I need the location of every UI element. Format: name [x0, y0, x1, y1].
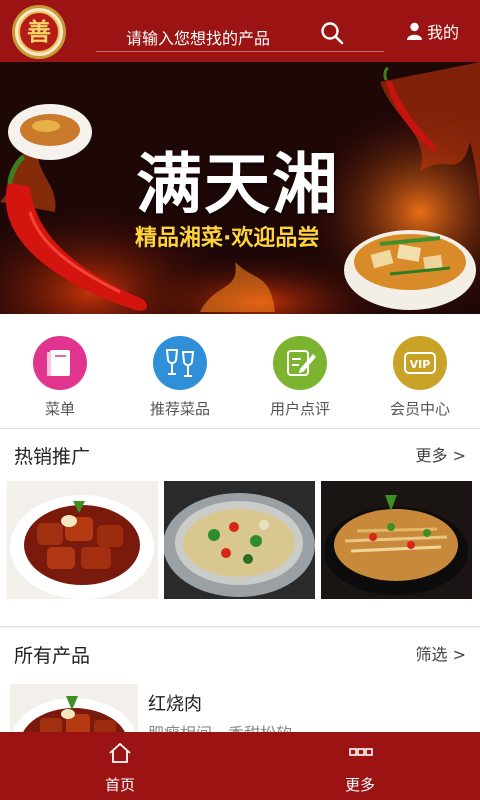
- quick-nav-label: 用户点评: [269, 400, 330, 418]
- quick-nav-recommended[interactable]: 推荐菜品: [120, 336, 240, 426]
- product-name[interactable]: 红烧肉: [148, 690, 202, 716]
- top-header: 善 请输入您想找的产品 我的: [0, 0, 480, 62]
- quick-nav: 菜单 推荐菜品 用户点评 VIP 会员中心: [0, 314, 480, 429]
- quick-nav-menu[interactable]: 菜单: [0, 336, 120, 426]
- promo-banner[interactable]: 满天湘 精品湘菜·欢迎品尝: [0, 62, 480, 314]
- quick-nav-reviews[interactable]: 用户点评: [240, 336, 360, 426]
- hot-sales-section: 热销推广 更多 >: [0, 429, 480, 627]
- search-icon[interactable]: [320, 21, 344, 45]
- vip-icon: VIP: [393, 336, 447, 390]
- quick-nav-label: 推荐菜品: [149, 400, 210, 418]
- my-account-button[interactable]: 我的: [406, 19, 459, 43]
- filter-button[interactable]: 筛选 >: [416, 641, 467, 665]
- braised-pork-photo[interactable]: [7, 481, 158, 599]
- search-input[interactable]: 请输入您想找的产品: [126, 25, 270, 49]
- banner-subtitle: 精品湘菜·欢迎品尝: [135, 226, 320, 251]
- user-icon: [407, 22, 422, 40]
- nav-home[interactable]: 首页: [0, 732, 240, 800]
- search-bar[interactable]: 请输入您想找的产品: [96, 12, 384, 52]
- home-icon: [109, 742, 131, 763]
- logo-emblem: 善: [18, 11, 60, 53]
- more-link[interactable]: 更多 >: [416, 442, 467, 466]
- bottom-nav: 首页 更多: [0, 732, 480, 800]
- book-icon: [33, 336, 87, 390]
- restaurant-logo[interactable]: 善: [12, 5, 66, 59]
- section-title: 热销推广: [14, 446, 91, 468]
- more-icon: [349, 748, 373, 756]
- quick-nav-member[interactable]: VIP 会员中心: [360, 336, 480, 426]
- quick-nav-label: 菜单: [44, 400, 75, 418]
- svg-text:VIP: VIP: [410, 358, 431, 371]
- quick-nav-label: 会员中心: [389, 400, 450, 418]
- section-title: 所有产品: [14, 645, 91, 667]
- all-products-section: 所有产品 筛选 > 红烧肉 肥瘦相间，香甜松软: [0, 628, 480, 744]
- sizzling-plate-photo[interactable]: [321, 481, 472, 599]
- nav-label: 首页: [104, 776, 135, 794]
- app-screen: 善 请输入您想找的产品 我的 满天湘 精品湘菜·欢迎品尝 菜单 推荐菜品 用户点…: [0, 0, 480, 800]
- wine-glasses-icon: [153, 336, 207, 390]
- nav-more[interactable]: 更多: [240, 732, 480, 800]
- logo-glyph: 善: [27, 17, 51, 46]
- my-account-label: 我的: [427, 23, 460, 42]
- banner-title: 满天湘: [136, 146, 340, 223]
- stir-fried-dish-photo[interactable]: [164, 481, 315, 599]
- edit-note-icon: [273, 336, 327, 390]
- nav-label: 更多: [344, 776, 375, 794]
